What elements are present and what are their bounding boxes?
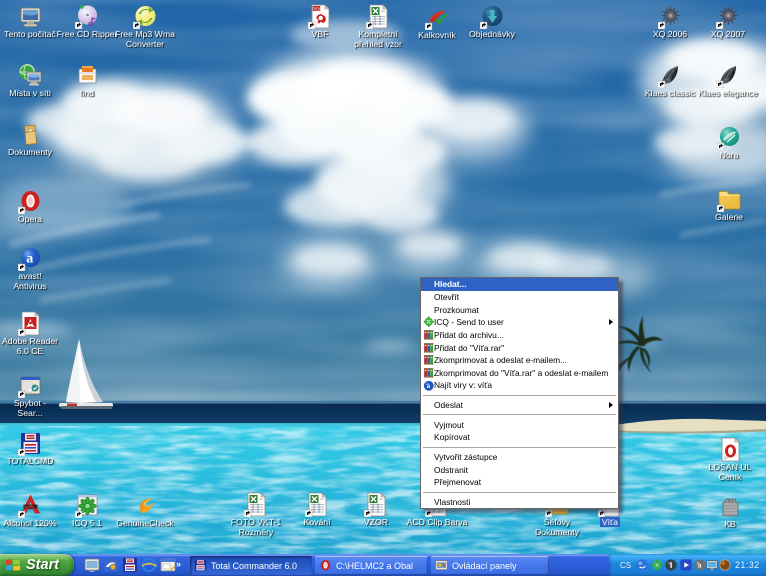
svg-text:a: a xyxy=(698,561,702,570)
